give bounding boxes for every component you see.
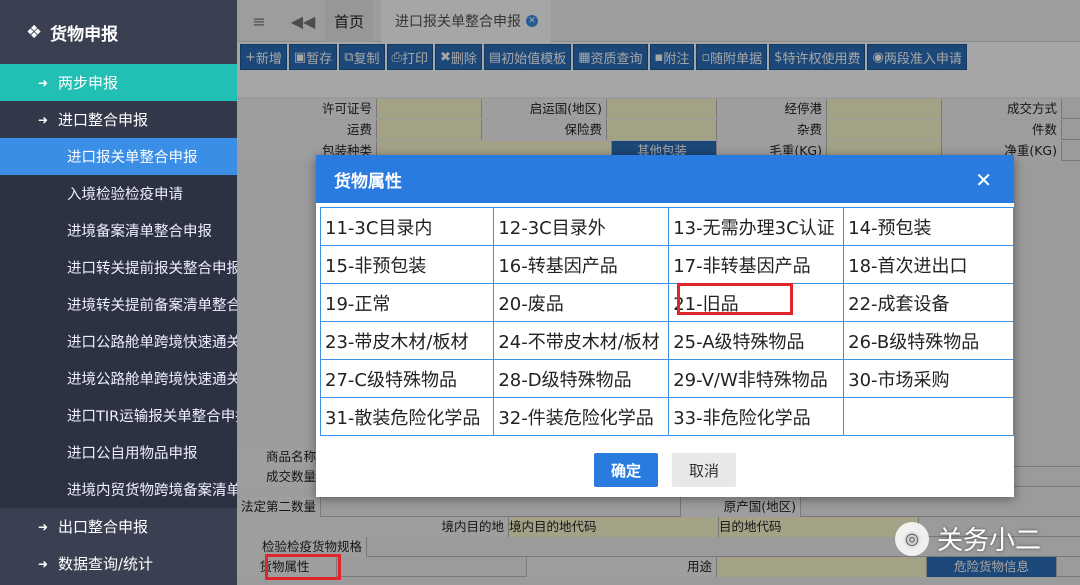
sub-item-record-list[interactable]: 进境备案清单整合申报: [0, 212, 237, 249]
option-cell[interactable]: 26-B级特殊物品: [843, 321, 1014, 360]
sub-item-transfer-early[interactable]: 进口转关提前报关整合申报: [0, 249, 237, 286]
option-cell[interactable]: 28-D级特殊物品: [493, 359, 670, 398]
sub-item-inspection[interactable]: 入境检验检疫申请: [0, 175, 237, 212]
option-cell[interactable]: 14-预包装: [843, 207, 1014, 246]
sign-in-icon: ➜: [38, 556, 49, 571]
watermark-text: 关务小二: [937, 526, 1042, 556]
cancel-button[interactable]: 取消: [672, 453, 736, 487]
option-cell[interactable]: 18-首次进出口: [843, 245, 1014, 284]
option-cell[interactable]: 12-3C目录外: [493, 207, 670, 246]
sidebar-brand: ❖ 货物申报: [0, 0, 237, 64]
watermark: ◎ 关务小二: [895, 520, 1041, 557]
option-cell[interactable]: 19-正常: [319, 283, 495, 322]
goods-attribute-dialog: 货物属性 ✕ 11-3C目录内 12-3C目录外 13-无需办理3C认证 14-预包装…: [316, 155, 1014, 497]
option-cell[interactable]: 13-无需办理3C认证: [668, 207, 845, 246]
option-cell[interactable]: 16-转基因产品: [493, 245, 670, 284]
attribute-options-table: 11-3C目录内 12-3C目录外 13-无需办理3C认证 14-预包装 15-非预包…: [319, 207, 1014, 436]
option-cell[interactable]: 17-非转基因产品: [668, 245, 845, 284]
option-cell[interactable]: 22-成套设备: [843, 283, 1014, 322]
sidebar-title: 货物申报: [50, 24, 119, 45]
menu-import[interactable]: ➜ 进口整合申报: [0, 101, 237, 138]
option-cell[interactable]: 32-件装危险化学品: [493, 397, 670, 436]
option-cell[interactable]: 24-不带皮木材/板材: [493, 321, 670, 360]
option-cell[interactable]: 27-C级特殊物品: [319, 359, 495, 398]
option-cell[interactable]: 30-市场采购: [843, 359, 1014, 398]
option-cell[interactable]: 29-V/W非特殊物品: [668, 359, 845, 398]
option-cell[interactable]: 15-非预包装: [319, 245, 495, 284]
sign-in-icon: ➜: [38, 112, 49, 127]
option-cell[interactable]: 31-散装危险化学品: [319, 397, 495, 436]
confirm-button[interactable]: 确定: [594, 453, 658, 487]
highlight-used-goods: [677, 283, 793, 315]
dialog-title: 货物属性: [334, 171, 402, 192]
sub-item-import-declaration[interactable]: 进口报关单整合申报: [0, 138, 237, 175]
sub-item-personal[interactable]: 进口公自用物品申报: [0, 434, 237, 471]
sub-item-road-entry[interactable]: 进境公路舱单跨境快速通关: [0, 360, 237, 397]
dialog-header: 货物属性 ✕: [316, 155, 1014, 203]
sign-in-icon: ➜: [38, 519, 49, 534]
sign-in-icon: ➜: [38, 75, 49, 90]
option-cell[interactable]: 20-废品: [493, 283, 670, 322]
close-icon[interactable]: ✕: [975, 168, 992, 192]
option-cell[interactable]: 25-A级特殊物品: [668, 321, 845, 360]
wechat-icon: ◎: [895, 521, 929, 556]
sub-item-road-import[interactable]: 进口公路舱单跨境快速通关: [0, 323, 237, 360]
menu-two-step[interactable]: ➜ 两步申报: [0, 64, 237, 101]
cubes-icon: ❖: [26, 21, 43, 43]
sub-item-tir[interactable]: 进口TIR运输报关单整合申报: [0, 397, 237, 434]
option-cell[interactable]: 23-带皮木材/板材: [319, 321, 495, 360]
option-cell[interactable]: 33-非危险化学品: [668, 397, 845, 436]
option-cell-empty: [843, 397, 1014, 436]
highlight-goods-attribute: [265, 554, 341, 580]
sub-item-domestic[interactable]: 进境内贸货物跨境备案清单: [0, 471, 237, 508]
option-cell[interactable]: 11-3C目录内: [319, 207, 495, 246]
sidebar: ❖ 货物申报 ➜ 两步申报 ➜ 进口整合申报 进口报关单整合申报 入境检验检疫申请 …: [0, 0, 237, 585]
menu-export[interactable]: ➜ 出口整合申报: [0, 508, 237, 545]
sub-item-transfer-record[interactable]: 进境转关提前备案清单整合申报: [0, 286, 237, 323]
menu-query[interactable]: ➜ 数据查询/统计: [0, 545, 237, 582]
